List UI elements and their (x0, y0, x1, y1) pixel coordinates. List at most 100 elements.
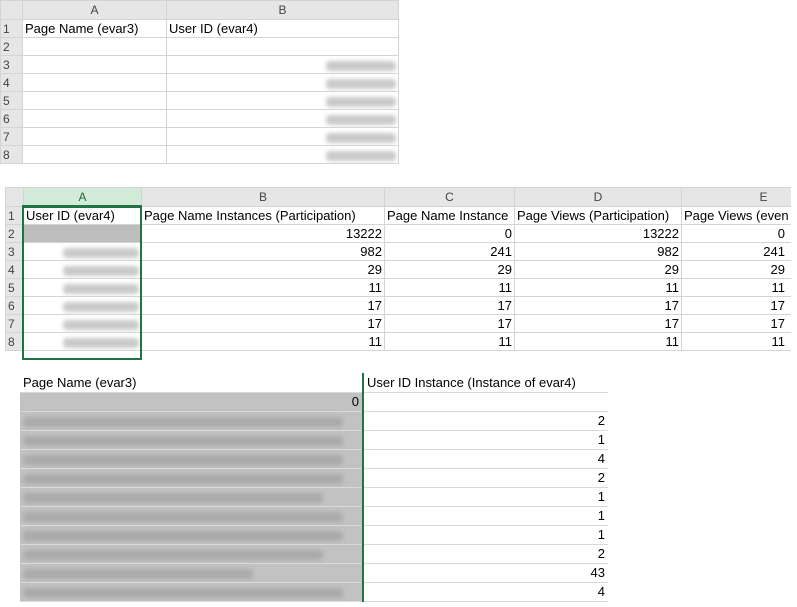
cell[interactable]: 11 (384, 332, 515, 351)
cell-blurred[interactable] (23, 332, 142, 351)
row-header[interactable]: 8 (0, 145, 23, 164)
cell[interactable]: 17 (384, 314, 515, 333)
cell[interactable]: 1 (362, 487, 608, 507)
cell-b1[interactable]: Page Name Instances (Participation) (141, 206, 385, 225)
select-all-corner[interactable] (5, 187, 24, 207)
row-header[interactable]: 4 (0, 73, 23, 92)
cell-a1[interactable]: User ID (evar4) (23, 206, 142, 225)
cell-blurred[interactable] (23, 242, 142, 261)
cell[interactable] (22, 127, 167, 146)
row-header[interactable]: 1 (0, 19, 23, 38)
cell[interactable]: 2 (362, 411, 608, 431)
cell[interactable]: 11 (141, 278, 385, 297)
cell-blurred[interactable] (20, 411, 363, 431)
cell[interactable] (362, 392, 608, 412)
row-header[interactable]: 3 (5, 242, 24, 261)
row-header[interactable]: 2 (0, 37, 23, 56)
row-header[interactable]: 2 (5, 224, 24, 243)
row-header[interactable]: 7 (5, 314, 24, 333)
row-header[interactable]: 6 (0, 109, 23, 128)
cell[interactable]: 982 (514, 242, 682, 261)
cell-blurred[interactable] (166, 55, 399, 74)
row-header[interactable]: 5 (0, 91, 23, 110)
select-all-corner[interactable] (0, 0, 23, 20)
cell-d1[interactable]: Page Views (Participation) (514, 206, 682, 225)
cell-blurred[interactable] (166, 109, 399, 128)
cell[interactable]: 11 (514, 278, 682, 297)
cell-blurred[interactable] (23, 224, 142, 243)
cell[interactable]: 17 (681, 314, 791, 333)
cell[interactable] (22, 91, 167, 110)
cell[interactable] (166, 37, 399, 56)
cell-blurred[interactable] (20, 449, 363, 469)
cell-e1[interactable]: Page Views (even (681, 206, 791, 225)
cell-blurred[interactable] (20, 468, 363, 488)
cell-blurred[interactable] (20, 487, 363, 507)
cell[interactable]: 17 (681, 296, 791, 315)
row-header[interactable]: 6 (5, 296, 24, 315)
cell[interactable]: 11 (384, 278, 515, 297)
cell[interactable]: 17 (514, 314, 682, 333)
cell[interactable]: 1 (362, 430, 608, 450)
cell[interactable]: 11 (514, 332, 682, 351)
column-label-page-name[interactable]: Page Name (evar3) (20, 373, 363, 393)
cell[interactable]: 13222 (514, 224, 682, 243)
cell[interactable]: 17 (141, 296, 385, 315)
cell-blurred[interactable] (166, 73, 399, 92)
cell[interactable]: 2 (362, 544, 608, 564)
cell[interactable]: 1 (362, 525, 608, 545)
column-header-c[interactable]: C (384, 187, 515, 207)
cell-blurred[interactable] (166, 145, 399, 164)
cell[interactable]: 29 (681, 260, 791, 279)
cell-b1[interactable]: User ID (evar4) (166, 19, 399, 38)
cell-blurred[interactable] (20, 563, 363, 583)
cell[interactable]: 29 (384, 260, 515, 279)
column-header-e[interactable]: E (681, 187, 791, 207)
cell[interactable]: 11 (681, 332, 791, 351)
cell[interactable] (22, 145, 167, 164)
cell[interactable] (22, 109, 167, 128)
row-header[interactable]: 4 (5, 260, 24, 279)
cell-blurred[interactable] (20, 506, 363, 526)
cell[interactable]: 0 (20, 392, 363, 412)
cell[interactable]: 4 (362, 582, 608, 602)
row-header[interactable]: 5 (5, 278, 24, 297)
column-header-d[interactable]: D (514, 187, 682, 207)
column-header-a[interactable]: A (22, 0, 167, 20)
cell[interactable]: 13222 (141, 224, 385, 243)
row-header[interactable]: 3 (0, 55, 23, 74)
cell-blurred[interactable] (20, 582, 363, 602)
column-header-b[interactable]: B (166, 0, 399, 20)
cell[interactable]: 241 (384, 242, 515, 261)
cell-c1[interactable]: Page Name Instance (384, 206, 515, 225)
cell[interactable]: 0 (384, 224, 515, 243)
column-label-user-id-instance[interactable]: User ID Instance (Instance of evar4) (362, 373, 608, 393)
row-header[interactable]: 1 (5, 206, 24, 225)
cell-blurred[interactable] (23, 314, 142, 333)
cell-blurred[interactable] (20, 525, 363, 545)
cell[interactable]: 1 (362, 506, 608, 526)
cell-blurred[interactable] (23, 260, 142, 279)
cell-blurred[interactable] (23, 296, 142, 315)
column-header-a[interactable]: A (23, 187, 142, 208)
cell[interactable]: 29 (514, 260, 682, 279)
cell[interactable]: 11 (681, 278, 791, 297)
cell[interactable]: 982 (141, 242, 385, 261)
cell[interactable]: 0 (681, 224, 791, 243)
column-header-b[interactable]: B (141, 187, 385, 207)
cell[interactable]: 4 (362, 449, 608, 469)
cell-a1[interactable]: Page Name (evar3) (22, 19, 167, 38)
cell-blurred[interactable] (23, 278, 142, 297)
cell[interactable]: 29 (141, 260, 385, 279)
cell[interactable] (22, 73, 167, 92)
cell[interactable]: 17 (384, 296, 515, 315)
cell[interactable]: 241 (681, 242, 791, 261)
cell[interactable]: 17 (141, 314, 385, 333)
cell[interactable]: 43 (362, 563, 608, 583)
cell[interactable]: 2 (362, 468, 608, 488)
cell-blurred[interactable] (20, 430, 363, 450)
cell-blurred[interactable] (20, 544, 363, 564)
cell-blurred[interactable] (166, 127, 399, 146)
cell[interactable]: 17 (514, 296, 682, 315)
row-header[interactable]: 7 (0, 127, 23, 146)
